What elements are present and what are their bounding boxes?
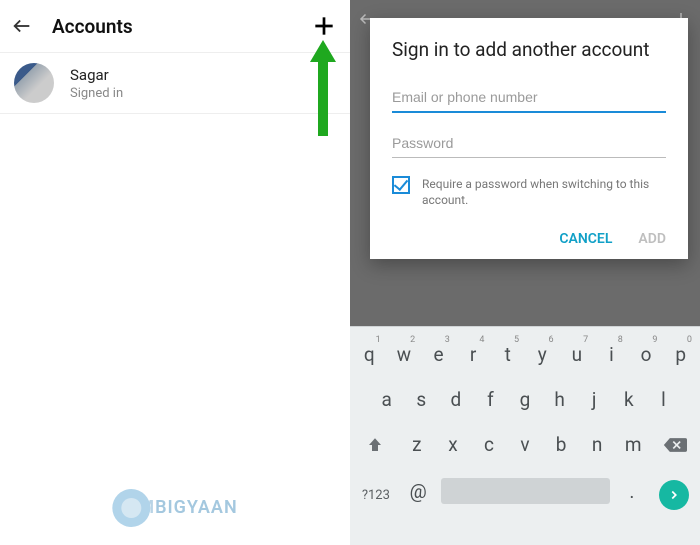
key-g[interactable]: g [508, 378, 543, 419]
key-z[interactable]: z [399, 423, 435, 464]
account-status: Signed in [70, 86, 123, 101]
keyboard-row-3: zxcvbnm [350, 419, 700, 464]
go-key[interactable] [650, 470, 698, 518]
annotation-arrow [310, 40, 336, 136]
key-s[interactable]: s [404, 378, 439, 419]
key-b[interactable]: b [543, 423, 579, 464]
key-h[interactable]: h [542, 378, 577, 419]
account-row[interactable]: Sagar Signed in [0, 52, 350, 114]
accounts-screen: Accounts Sagar Signed in MBIGYAAN [0, 0, 350, 545]
key-o[interactable]: o9 [629, 333, 664, 374]
key-k[interactable]: k [611, 378, 646, 419]
shift-key[interactable] [352, 423, 399, 464]
key-v[interactable]: v [507, 423, 543, 464]
password-input[interactable] [392, 131, 666, 158]
watermark: MBIGYAAN [112, 489, 237, 527]
signin-dialog: Sign in to add another account Require a… [370, 18, 688, 259]
keyboard-row-1: q1w2e3r4t5y6u7i8o9p0 [350, 327, 700, 374]
page-title: Accounts [52, 15, 133, 38]
back-arrow-icon[interactable] [10, 14, 34, 38]
checkbox-label: Require a password when switching to thi… [422, 176, 666, 210]
backspace-key[interactable] [651, 423, 698, 464]
avatar [14, 63, 54, 103]
key-d[interactable]: d [439, 378, 474, 419]
key-a[interactable]: a [369, 378, 404, 419]
keyboard: q1w2e3r4t5y6u7i8o9p0 asdfghjkl zxcvbnm ?… [350, 326, 700, 545]
key-x[interactable]: x [435, 423, 471, 464]
keyboard-row-2: asdfghjkl [350, 374, 700, 419]
key-j[interactable]: j [577, 378, 612, 419]
account-name: Sagar [70, 66, 123, 84]
key-q[interactable]: q1 [352, 333, 387, 374]
key-w[interactable]: w2 [387, 333, 422, 374]
signin-screen: Sign in to add another account Require a… [350, 0, 700, 545]
require-password-checkbox[interactable] [392, 176, 410, 194]
key-f[interactable]: f [473, 378, 508, 419]
key-r[interactable]: r4 [456, 333, 491, 374]
key-p[interactable]: p0 [663, 333, 698, 374]
dialog-title: Sign in to add another account [392, 38, 666, 63]
space-key[interactable] [437, 470, 614, 518]
dot-key[interactable]: . [614, 470, 651, 518]
key-u[interactable]: u7 [560, 333, 595, 374]
key-i[interactable]: i8 [594, 333, 629, 374]
add-account-button[interactable] [308, 10, 340, 42]
key-y[interactable]: y6 [525, 333, 560, 374]
key-n[interactable]: n [579, 423, 615, 464]
key-l[interactable]: l [646, 378, 681, 419]
key-c[interactable]: c [471, 423, 507, 464]
email-input[interactable] [392, 85, 666, 113]
keyboard-row-4: ?123 @ . [350, 464, 700, 524]
symbols-key[interactable]: ?123 [352, 470, 400, 518]
cancel-button[interactable]: CANCEL [559, 231, 612, 247]
accounts-header: Accounts [0, 0, 350, 52]
add-button[interactable]: ADD [638, 231, 666, 247]
at-key[interactable]: @ [400, 470, 437, 518]
key-e[interactable]: e3 [421, 333, 456, 374]
key-m[interactable]: m [615, 423, 651, 464]
key-t[interactable]: t5 [490, 333, 525, 374]
